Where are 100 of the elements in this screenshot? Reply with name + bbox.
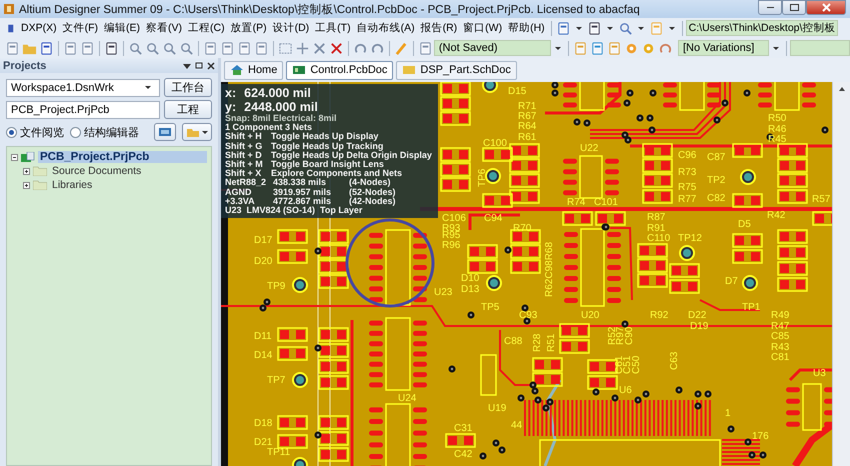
designator-label: R61: [518, 132, 536, 143]
shortcut-keys: Shift + G: [225, 142, 271, 151]
designator-label: R42: [767, 210, 786, 221]
designator-label: 44: [511, 420, 522, 431]
document-state-combo[interactable]: (Not Saved): [434, 40, 552, 56]
shortcut-keys: Shift + H: [225, 132, 271, 142]
menu-item[interactable]: 报告(R): [418, 21, 460, 35]
menu-item[interactable]: 文件(F): [60, 21, 102, 35]
tree-item[interactable]: Libraries: [50, 179, 94, 191]
designator-label: R87: [647, 212, 666, 223]
designator-label: C50: [631, 356, 642, 374]
tree-item[interactable]: Source Documents: [50, 165, 144, 177]
designator-label: D5: [738, 219, 751, 230]
designator-label: U22: [580, 143, 598, 154]
coordinate-value: 624.000 mil: [244, 86, 311, 100]
net-length: 4772.867 mils: [273, 196, 332, 206]
shortcut-action: Toggle Heads Up Delta Origin Display: [271, 150, 432, 160]
designator-label: TP5: [481, 302, 500, 313]
designator-label: C101: [594, 197, 618, 208]
designator-label: TP12: [678, 233, 702, 244]
designator-label: TP11: [267, 447, 290, 458]
designator-label: C51: [622, 356, 633, 374]
shortcut-action: Toggle Board Insight Lens: [271, 160, 384, 170]
designator-label: C100: [483, 138, 507, 149]
designator-label: U23: [434, 287, 452, 298]
designator-label: C94: [484, 213, 502, 224]
designator-label: C90: [624, 326, 635, 345]
designator-label: R91: [647, 223, 666, 234]
tree-item[interactable]: PCB_Project.PrjPcb: [38, 151, 207, 163]
net-nodes: (4-Nodes): [349, 178, 432, 188]
net-length: 3919.957 mils: [273, 188, 332, 197]
panel-title: Projects: [3, 60, 46, 72]
menu-item[interactable]: 察看(V): [143, 21, 186, 35]
designator-label: C82: [707, 193, 726, 204]
designator-label: R75: [678, 182, 696, 193]
designator-label: R67: [518, 111, 536, 122]
document-tab[interactable]: Control.PcbDoc: [286, 60, 394, 80]
menu-item[interactable]: 窗口(W): [460, 21, 506, 35]
project-button[interactable]: 工程: [164, 100, 212, 119]
designator-label: R92: [650, 310, 668, 321]
menu-item[interactable]: 编辑(E): [101, 21, 144, 35]
designator-label: R46: [768, 124, 786, 135]
menu-item[interactable]: DXP(X): [18, 22, 60, 34]
coordinate-axis: y:: [225, 100, 236, 114]
document-tab[interactable]: Home: [224, 60, 284, 80]
view-mode-radio[interactable]: 文件阅览: [6, 124, 64, 140]
designator-label: C31: [454, 423, 472, 434]
snap-text: Snap: 8mil Electrical: 8mil: [225, 113, 337, 123]
menu-item[interactable]: 设计(D): [270, 21, 312, 35]
designator-label: U20: [581, 310, 600, 321]
designator-label: R97: [615, 326, 626, 345]
designator-label: R62C98R68: [544, 242, 555, 297]
shortcut-action: Toggle Heads Up Display: [271, 132, 380, 142]
project-field[interactable]: PCB_Project.PrjPcb: [6, 100, 160, 118]
designator-label: 1: [725, 408, 731, 419]
net-name: AGND: [225, 188, 252, 197]
designator-label: TP7: [267, 375, 286, 386]
summary-text: 1 Component 3 Nets: [225, 122, 312, 132]
designator-label: U19: [488, 403, 506, 414]
net-name: +3.3VA: [225, 196, 256, 206]
designator-label: D18: [254, 418, 272, 429]
designator-label: R45: [768, 134, 786, 145]
designator-label: D7: [725, 276, 738, 287]
designator-label: C81: [771, 352, 790, 363]
net-nodes: (42-Nodes): [349, 196, 432, 206]
designator-label: U6: [619, 385, 632, 396]
designator-label: R50: [768, 113, 786, 124]
designator-label: D11: [254, 331, 272, 342]
designator-label: U24: [398, 393, 416, 404]
shortcut-keys: Shift + X: [225, 169, 271, 178]
designator-label: D22: [688, 310, 706, 321]
designator-label: D20: [254, 256, 272, 267]
designator-label: R74: [567, 197, 586, 208]
designator-label: R64: [518, 121, 536, 132]
menu-item[interactable]: 工具(T): [312, 21, 354, 35]
workspace-dropdown[interactable]: Workspace1.DsnWrk: [6, 78, 160, 96]
designator-label: C110: [647, 233, 670, 244]
net-length: 438.338 mils: [273, 178, 326, 188]
menu-item[interactable]: 工程(C): [185, 21, 228, 35]
designator-label: U3: [813, 368, 826, 379]
designator-label: C93: [519, 310, 538, 321]
designator-label: D13: [461, 284, 480, 295]
designator-label: R77: [678, 194, 696, 205]
designator-label: D17: [254, 235, 272, 246]
document-tab[interactable]: DSP_Part.SchDoc: [396, 60, 517, 80]
view-mode-radio[interactable]: 结构编辑器: [70, 124, 139, 140]
designator-label: R43: [771, 342, 790, 353]
window-title: Altium Designer Summer 09 - C:\Users\Think\Desktop\控制板\Control.PcbDoc - PCB_Project.PrjPcb. Licensed to abacfaq: [19, 2, 641, 16]
designator-label: D10: [461, 273, 480, 284]
coordinate-value: 2448.000 mil: [244, 100, 318, 114]
shortcut-action: Explore Components and Nets: [271, 169, 404, 178]
designator-label: C63: [669, 352, 680, 370]
net-nodes: (52-Nodes): [349, 188, 432, 197]
menu-item[interactable]: 放置(P): [228, 21, 270, 35]
workspace-button[interactable]: 工作台: [164, 78, 212, 97]
variations-combo[interactable]: [No Variations]: [678, 40, 770, 56]
menu-item[interactable]: 自动布线(A): [354, 21, 418, 35]
designator-label: C88: [504, 336, 522, 347]
path-combo[interactable]: C:\Users\Think\Desktop\控制板: [686, 20, 838, 36]
menu-item[interactable]: 帮助(H): [505, 21, 548, 35]
